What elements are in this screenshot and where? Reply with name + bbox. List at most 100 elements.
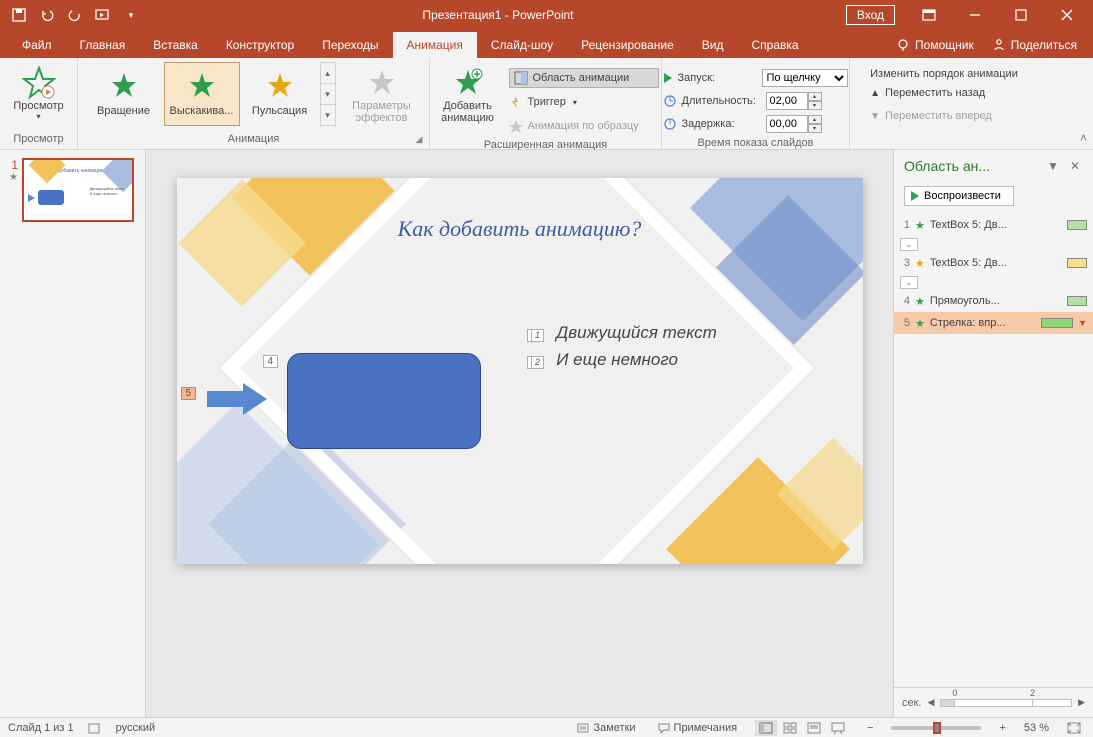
minimize-icon[interactable] bbox=[953, 0, 997, 30]
timeline-left-icon[interactable]: ◀ bbox=[928, 697, 935, 708]
pane-close-icon[interactable]: ✕ bbox=[1067, 159, 1083, 173]
expand-group-icon[interactable]: ⌄ bbox=[900, 276, 918, 289]
tab-insert[interactable]: Вставка bbox=[139, 32, 212, 58]
notes-button[interactable]: Заметки bbox=[573, 722, 639, 734]
anim-tag-4[interactable]: 4 bbox=[263, 355, 279, 368]
tab-help[interactable]: Справка bbox=[737, 32, 812, 58]
delay-up-icon[interactable]: ▴ bbox=[808, 115, 822, 124]
move-earlier-button[interactable]: ▲Переместить назад bbox=[870, 83, 1018, 103]
sorter-view-icon[interactable] bbox=[779, 720, 801, 736]
tab-file[interactable]: Файл bbox=[8, 32, 66, 58]
preview-star-icon bbox=[22, 66, 56, 100]
anim-item-3[interactable]: 3 ★ TextBox 5: Дв... bbox=[894, 252, 1093, 274]
thumb-number: 1 bbox=[6, 158, 18, 172]
sign-in-button[interactable]: Вход bbox=[846, 5, 895, 25]
zoom-slider[interactable] bbox=[891, 726, 981, 730]
tab-view[interactable]: Вид bbox=[688, 32, 738, 58]
ribbon-display-options-icon[interactable] bbox=[907, 0, 951, 30]
delay-down-icon[interactable]: ▾ bbox=[808, 124, 822, 133]
reading-view-icon[interactable] bbox=[803, 720, 825, 736]
fit-to-window-icon[interactable] bbox=[1063, 722, 1085, 734]
pane-options-icon[interactable]: ▼ bbox=[1045, 159, 1061, 173]
anim-item-5[interactable]: 5 ★ Стрелка: впр... ▼ bbox=[894, 312, 1093, 334]
move-later-label: Переместить вперед bbox=[885, 110, 992, 122]
blue-rounded-rect-shape[interactable] bbox=[287, 353, 481, 449]
gallery-item-pulse[interactable]: Пульсация bbox=[242, 62, 318, 126]
ribbon-tabs: Файл Главная Вставка Конструктор Переход… bbox=[0, 30, 1093, 58]
animation-list: 1 ★ TextBox 5: Дв... ⌄ 3 ★ TextBox 5: Дв… bbox=[894, 214, 1093, 687]
spellcheck-icon[interactable] bbox=[88, 721, 102, 735]
slide-thumbnails-panel: 1 ★ Как добавить анимацию? Движущийся те… bbox=[0, 150, 146, 717]
zoom-out-icon[interactable]: − bbox=[863, 722, 877, 734]
duration-up-icon[interactable]: ▴ bbox=[808, 92, 822, 101]
anim-tag-2[interactable]: 2 bbox=[531, 356, 544, 369]
collapse-ribbon-icon[interactable]: ˄ bbox=[1080, 131, 1087, 145]
start-label: Запуск: bbox=[678, 72, 756, 84]
anim-item-4[interactable]: 4 ★ Прямоуголь... bbox=[894, 290, 1093, 312]
qat-customize-icon[interactable]: ▾ bbox=[118, 2, 144, 28]
thumb-animation-icon: ★ bbox=[9, 172, 18, 183]
preview-label: Просмотр bbox=[13, 100, 63, 112]
undo-icon[interactable] bbox=[34, 2, 60, 28]
add-animation-button[interactable]: Добавить анимацию bbox=[433, 62, 503, 136]
tab-slideshow[interactable]: Слайд-шоу bbox=[477, 32, 567, 58]
duration-down-icon[interactable]: ▾ bbox=[808, 101, 822, 110]
tab-design[interactable]: Конструктор bbox=[212, 32, 308, 58]
expand-group-icon[interactable]: ⌄ bbox=[900, 238, 918, 251]
timeline-track[interactable]: 0 2 bbox=[940, 699, 1072, 707]
animation-pane-toggle[interactable]: Область анимации bbox=[509, 68, 659, 88]
tab-transitions[interactable]: Переходы bbox=[308, 32, 392, 58]
anim-tag-5[interactable]: 5 bbox=[181, 387, 197, 400]
slide-edit-area[interactable]: Как добавить анимацию? 4 5 1 Движущийся … bbox=[146, 150, 893, 717]
text-line-2[interactable]: 2 И еще немного bbox=[527, 350, 679, 370]
emphasis-star-icon: ★ bbox=[915, 257, 925, 270]
trigger-label: Триггер bbox=[528, 96, 566, 108]
add-animation-icon bbox=[452, 66, 484, 100]
share-button[interactable]: Поделиться bbox=[992, 38, 1077, 52]
view-buttons bbox=[755, 720, 849, 736]
slide-title-text[interactable]: Как добавить анимацию? bbox=[177, 216, 863, 242]
text-line-1[interactable]: 1 Движущийся текст bbox=[527, 323, 717, 343]
slideshow-view-icon[interactable] bbox=[827, 720, 849, 736]
timeline-right-icon[interactable]: ▶ bbox=[1078, 697, 1085, 708]
duration-input[interactable] bbox=[766, 92, 808, 110]
zoom-in-icon[interactable]: + bbox=[995, 722, 1009, 734]
ribbon: Просмотр ▾ Просмотр Вращение Выскакива..… bbox=[0, 58, 1093, 150]
tab-home[interactable]: Главная bbox=[66, 32, 140, 58]
gallery-down-icon[interactable]: ▾ bbox=[321, 84, 335, 105]
reorder-title: Изменить порядок анимации bbox=[870, 68, 1018, 80]
zoom-level-label[interactable]: 53 % bbox=[1024, 722, 1049, 734]
start-from-beginning-icon[interactable] bbox=[90, 2, 116, 28]
slide-canvas[interactable]: Как добавить анимацию? 4 5 1 Движущийся … bbox=[177, 178, 863, 564]
gallery-item-spin[interactable]: Вращение bbox=[86, 62, 162, 126]
save-icon[interactable] bbox=[6, 2, 32, 28]
delay-input[interactable] bbox=[766, 115, 808, 133]
gallery-item-bounce[interactable]: Выскакива... bbox=[164, 62, 240, 126]
slide-thumbnail-1[interactable]: Как добавить анимацию? Движущийся текстИ… bbox=[22, 158, 134, 222]
tab-review[interactable]: Рецензирование bbox=[567, 32, 688, 58]
effect-options-button: Параметры эффектов bbox=[342, 62, 422, 126]
preview-button[interactable]: Просмотр ▾ bbox=[9, 62, 69, 121]
play-button[interactable]: Воспроизвести bbox=[904, 186, 1014, 206]
title-bar: ▾ Презентация1 - PowerPoint Вход bbox=[0, 0, 1093, 30]
start-select[interactable]: По щелчку bbox=[762, 69, 848, 87]
language-label[interactable]: русский bbox=[116, 722, 155, 734]
comments-button[interactable]: Примечания bbox=[654, 722, 742, 734]
tell-me-button[interactable]: Помощник bbox=[896, 38, 974, 52]
workspace: 1 ★ Как добавить анимацию? Движущийся те… bbox=[0, 150, 1093, 717]
anim-tag-1[interactable]: 1 bbox=[531, 329, 544, 342]
maximize-icon[interactable] bbox=[999, 0, 1043, 30]
trigger-button[interactable]: Триггер ▾ bbox=[509, 92, 659, 112]
redo-icon[interactable] bbox=[62, 2, 88, 28]
document-title: Презентация1 - PowerPoint bbox=[150, 8, 846, 22]
item-dropdown-icon[interactable]: ▼ bbox=[1078, 318, 1087, 328]
slide-position-label[interactable]: Слайд 1 из 1 bbox=[8, 722, 74, 734]
animation-launcher-icon[interactable]: ◢ bbox=[412, 132, 426, 146]
normal-view-icon[interactable] bbox=[755, 720, 777, 736]
tab-animations[interactable]: Анимация bbox=[393, 32, 477, 58]
gallery-up-icon[interactable]: ▴ bbox=[321, 63, 335, 84]
arrow-right-shape[interactable] bbox=[207, 383, 267, 413]
gallery-more-icon[interactable]: ▾ bbox=[321, 105, 335, 125]
anim-item-1[interactable]: 1 ★ TextBox 5: Дв... bbox=[894, 214, 1093, 236]
close-icon[interactable] bbox=[1045, 0, 1089, 30]
